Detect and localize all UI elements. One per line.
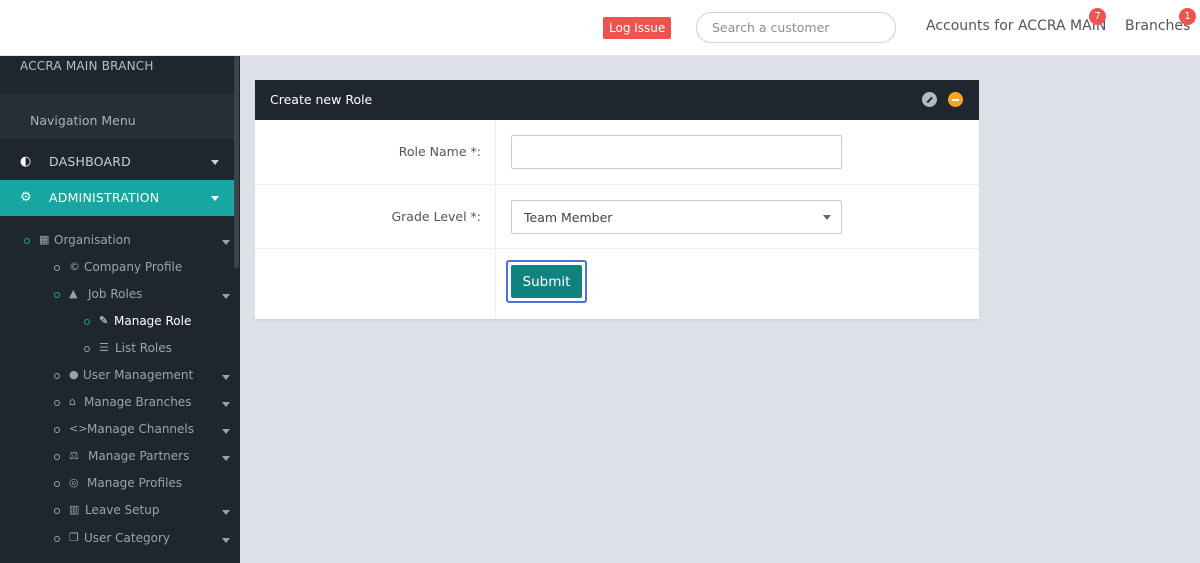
sidebar-item-label: DASHBOARD: [49, 154, 131, 169]
caret-down-icon: [222, 429, 230, 434]
sidebar-item-manage-branches[interactable]: ⌂ Manage Branches: [0, 393, 234, 415]
sidebar-item-label: Manage Role: [114, 314, 192, 328]
bullet-icon: [54, 265, 60, 271]
nav-heading: Navigation Menu: [30, 113, 136, 128]
sidebar-item-list-roles[interactable]: ☰ List Roles: [0, 339, 234, 361]
bullet-icon: [54, 481, 60, 487]
gear-icon: ⚙: [20, 190, 32, 205]
grade-level-row: Grade Level *: Team Member: [255, 185, 979, 249]
balance-scale-icon: ⚖: [69, 449, 79, 462]
edit-icon: ✎: [99, 314, 109, 327]
grade-level-label: Grade Level *:: [391, 209, 481, 224]
sidebar-item-administration[interactable]: ⚙ ADMINISTRATION: [0, 180, 234, 216]
map-icon: ▥: [69, 503, 80, 516]
sidebar-item-manage-partners[interactable]: ⚖ Manage Partners: [0, 447, 234, 469]
sidebar-item-manage-channels[interactable]: <> Manage Channels: [0, 420, 234, 442]
create-role-panel: Create new Role Role Name *: Grade Level…: [255, 80, 979, 319]
caret-down-icon: [222, 240, 230, 245]
sidebar-item-job-roles[interactable]: ▲ Job Roles: [0, 285, 234, 307]
expand-icon[interactable]: [922, 92, 937, 107]
caret-down-icon: [222, 510, 230, 515]
bullet-icon: [84, 346, 90, 352]
bullet-icon: [54, 508, 60, 514]
log-issue-button[interactable]: Log Issue: [603, 17, 672, 39]
accounts-link[interactable]: Accounts for ACCRA MAIN: [926, 18, 1106, 34]
bullet-icon: [54, 400, 60, 406]
grade-level-selected-value: Team Member: [524, 210, 613, 225]
bullet-icon: [54, 373, 60, 379]
sidebar-item-label: User Category: [84, 531, 170, 545]
sidebar-item-label: Company Profile: [84, 260, 183, 274]
bullet-icon: [54, 427, 60, 433]
accounts-count-badge: 7: [1089, 8, 1106, 25]
panel-title: Create new Role: [270, 92, 373, 107]
sidebar-item-label: List Roles: [115, 341, 172, 355]
graduation-cap-icon: ▲: [69, 287, 78, 300]
building-icon: ▦: [39, 233, 50, 246]
sidebar-item-label: Job Roles: [88, 287, 143, 301]
sidebar-item-company-profile[interactable]: © Company Profile: [0, 258, 234, 280]
grade-level-select[interactable]: Team Member: [511, 200, 842, 234]
caret-down-icon: [222, 402, 230, 407]
clone-icon: ❐: [69, 531, 79, 544]
collapse-icon[interactable]: [948, 92, 963, 107]
sidebar-item-manage-profiles[interactable]: ◎ Manage Profiles: [0, 474, 234, 496]
sidebar-item-label: Manage Partners: [88, 449, 190, 463]
top-bar: Log Issue Accounts for ACCRA MAIN 7 Bran…: [0, 0, 1200, 56]
sidebar-item-label: Manage Branches: [84, 395, 192, 409]
list-icon: ☰: [99, 341, 109, 354]
sidebar-item-label: Leave Setup: [85, 503, 160, 517]
branch-name: ACCRA MAIN BRANCH: [20, 59, 154, 73]
role-name-row: Role Name *:: [255, 120, 979, 185]
bullet-icon: [54, 454, 60, 460]
sidebar-item-user-management[interactable]: ● User Management: [0, 366, 234, 388]
half-circle-icon: ◐: [20, 154, 32, 169]
customer-search-input[interactable]: [696, 12, 896, 43]
bullet-icon: [24, 238, 30, 244]
column-divider: [495, 120, 496, 319]
sidebar-item-label: Organisation: [54, 233, 131, 247]
submit-row: Submit: [255, 249, 979, 319]
sidebar-item-leave-setup[interactable]: ▥ Leave Setup: [0, 501, 234, 523]
chevron-down-icon: [823, 215, 831, 220]
sidebar-item-manage-role[interactable]: ✎ Manage Role: [0, 312, 234, 334]
sidebar-item-label: Manage Channels: [87, 422, 194, 436]
life-ring-icon: ◎: [69, 476, 79, 489]
bullet-icon: [84, 319, 90, 325]
caret-down-icon: [222, 294, 230, 299]
caret-down-icon: [222, 375, 230, 380]
bullet-icon: [54, 292, 60, 298]
caret-down-icon: [211, 196, 219, 201]
sidebar-item-dashboard[interactable]: ◐ DASHBOARD: [0, 144, 234, 180]
role-name-label: Role Name *:: [398, 144, 481, 159]
bullet-icon: [54, 536, 60, 542]
code-icon: <>: [69, 422, 88, 435]
user-icon: ●: [69, 368, 79, 381]
panel-header: Create new Role: [255, 80, 979, 120]
sidebar-item-label: User Management: [83, 368, 194, 382]
caret-down-icon: [222, 538, 230, 543]
role-name-input[interactable]: [511, 135, 842, 169]
copyright-icon: ©: [69, 260, 80, 273]
sidebar-item-label: Manage Profiles: [87, 476, 183, 490]
sidebar-scrollbar[interactable]: [234, 56, 239, 268]
caret-down-icon: [222, 456, 230, 461]
branches-count-badge: 1: [1179, 8, 1196, 25]
sidebar-item-organisation[interactable]: ▦ Organisation: [0, 231, 234, 253]
caret-down-icon: [211, 160, 219, 165]
sidebar: ACCRA MAIN BRANCH Navigation Menu ◐ DASH…: [0, 56, 240, 563]
home-icon: ⌂: [69, 395, 76, 408]
submit-button[interactable]: Submit: [511, 265, 582, 298]
sidebar-item-label: ADMINISTRATION: [49, 190, 160, 205]
sidebar-item-user-category[interactable]: ❐ User Category: [0, 529, 234, 551]
